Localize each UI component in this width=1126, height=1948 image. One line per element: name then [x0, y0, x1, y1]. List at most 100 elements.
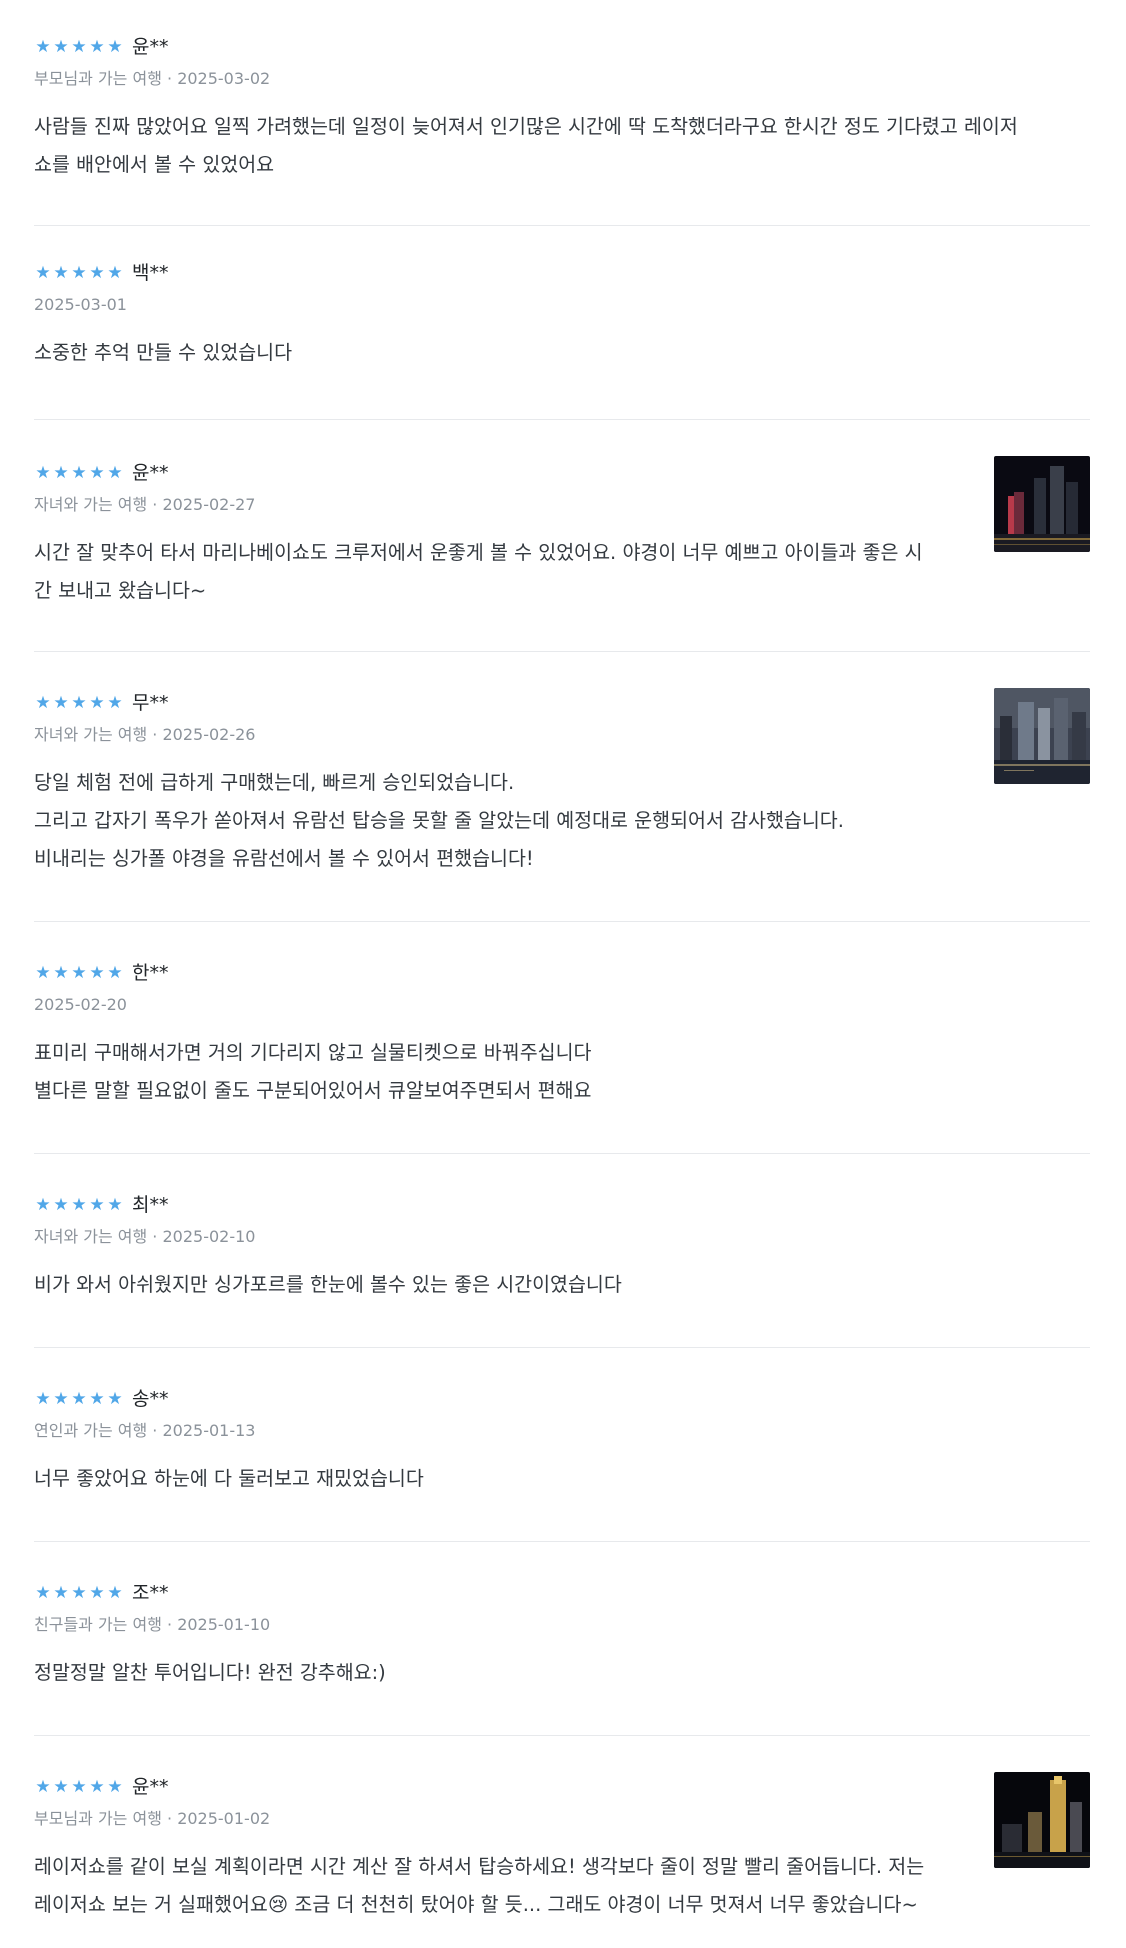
- review-meta: 친구들과 가는 여행 · 2025-01-10: [34, 1615, 271, 1634]
- star-icon: ★: [71, 1389, 87, 1409]
- review-meta: 자녀와 가는 여행 · 2025-02-26: [34, 725, 256, 744]
- review-meta: 자녀와 가는 여행 · 2025-02-27: [34, 495, 256, 514]
- reviewer-name: 무**: [132, 692, 169, 714]
- star-icon: ★: [89, 37, 105, 57]
- star-icon: ★: [35, 693, 51, 713]
- star-icon: ★: [53, 263, 69, 283]
- review-text: 너무 좋았어요 하눈에 다 둘러보고 재밌었습니다: [34, 1467, 424, 1490]
- review-item: ★ ★ ★ ★ ★ 조** 친구들과 가는 여행 · 2025-01-10 정말…: [34, 1542, 1090, 1736]
- star-icon: ★: [53, 963, 69, 983]
- review-photo-thumbnail[interactable]: [994, 456, 1090, 552]
- review-text: 시간 잘 맞추어 타서 마리나베이쇼도 크루저에서 운좋게 볼 수 있었어요. …: [34, 541, 923, 602]
- review-text: 사람들 진짜 많았어요 일찍 가려했는데 일정이 늦어져서 인기많은 시간에 딱…: [34, 115, 1018, 176]
- review-item: ★ ★ ★ ★ ★ 송** 연인과 가는 여행 · 2025-01-13 너무 …: [34, 1348, 1090, 1542]
- star-icon: ★: [53, 693, 69, 713]
- star-icon: ★: [53, 1583, 69, 1603]
- star-icon: ★: [53, 1389, 69, 1409]
- star-rating: ★ ★ ★ ★ ★: [34, 37, 124, 57]
- review-meta: 자녀와 가는 여행 · 2025-02-10: [34, 1227, 256, 1246]
- star-icon: ★: [71, 463, 87, 483]
- review-item: ★ ★ ★ ★ ★ 윤** 부모님과 가는 여행 · 2025-01-02 레이…: [34, 1736, 1090, 1948]
- review-text: 소중한 추억 만들 수 있었습니다: [34, 341, 293, 364]
- star-rating: ★ ★ ★ ★ ★: [34, 693, 124, 713]
- star-icon: ★: [53, 37, 69, 57]
- review-header: ★ ★ ★ ★ ★ 송**: [34, 1386, 168, 1412]
- star-icon: ★: [35, 1195, 51, 1215]
- reviewer-name: 조**: [132, 1582, 169, 1604]
- reviewer-name: 윤**: [132, 462, 169, 484]
- reviewer-name: 한**: [132, 962, 169, 984]
- review-meta: 부모님과 가는 여행 · 2025-01-02: [34, 1809, 271, 1828]
- star-icon: ★: [71, 693, 87, 713]
- star-rating: ★ ★ ★ ★ ★: [34, 263, 124, 283]
- star-icon: ★: [35, 963, 51, 983]
- star-rating: ★ ★ ★ ★ ★: [34, 1389, 124, 1409]
- review-header: ★ ★ ★ ★ ★ 최**: [34, 1192, 168, 1218]
- star-icon: ★: [71, 1583, 87, 1603]
- star-icon: ★: [71, 1777, 87, 1797]
- star-icon: ★: [89, 1389, 105, 1409]
- star-icon: ★: [107, 1389, 123, 1409]
- review-header: ★ ★ ★ ★ ★ 조**: [34, 1580, 168, 1606]
- review-meta: 연인과 가는 여행 · 2025-01-13: [34, 1421, 256, 1440]
- review-meta: 2025-02-20: [34, 995, 127, 1014]
- star-icon: ★: [107, 463, 123, 483]
- review-header: ★ ★ ★ ★ ★ 한**: [34, 960, 168, 986]
- star-icon: ★: [35, 463, 51, 483]
- reviewer-name: 최**: [132, 1194, 169, 1216]
- star-icon: ★: [35, 1583, 51, 1603]
- star-rating: ★ ★ ★ ★ ★: [34, 463, 124, 483]
- review-text: 레이저쇼를 같이 보실 계획이라면 시간 계산 잘 하셔서 탑승하세요! 생각보…: [34, 1855, 925, 1916]
- star-icon: ★: [53, 1777, 69, 1797]
- review-text: 당일 체험 전에 급하게 구매했는데, 빠르게 승인되었습니다. 그리고 갑자기…: [34, 771, 844, 870]
- star-icon: ★: [107, 1583, 123, 1603]
- star-icon: ★: [89, 463, 105, 483]
- star-icon: ★: [107, 263, 123, 283]
- review-text: 정말정말 알찬 투어입니다! 완전 강추해요:): [34, 1661, 386, 1684]
- review-header: ★ ★ ★ ★ ★ 윤**: [34, 34, 168, 60]
- star-icon: ★: [107, 37, 123, 57]
- review-meta: 부모님과 가는 여행 · 2025-03-02: [34, 69, 271, 88]
- reviewer-name: 윤**: [132, 36, 169, 58]
- star-rating: ★ ★ ★ ★ ★: [34, 1195, 124, 1215]
- review-item: ★ ★ ★ ★ ★ 최** 자녀와 가는 여행 · 2025-02-10 비가 …: [34, 1154, 1090, 1348]
- review-photo-thumbnail[interactable]: [994, 688, 1090, 784]
- star-icon: ★: [35, 263, 51, 283]
- star-icon: ★: [89, 1583, 105, 1603]
- review-item: ★ ★ ★ ★ ★ 백** 2025-03-01 소중한 추억 만들 수 있었습…: [34, 226, 1090, 420]
- star-icon: ★: [71, 263, 87, 283]
- reviewer-name: 백**: [132, 262, 169, 284]
- reviewer-name: 윤**: [132, 1776, 169, 1798]
- star-icon: ★: [107, 1777, 123, 1797]
- review-header: ★ ★ ★ ★ ★ 윤**: [34, 460, 168, 486]
- review-item: ★ ★ ★ ★ ★ 무** 자녀와 가는 여행 · 2025-02-26 당일 …: [34, 652, 1090, 922]
- star-icon: ★: [89, 1195, 105, 1215]
- review-photo-thumbnail[interactable]: [994, 1772, 1090, 1868]
- star-icon: ★: [107, 693, 123, 713]
- star-icon: ★: [71, 37, 87, 57]
- star-icon: ★: [35, 1389, 51, 1409]
- star-icon: ★: [89, 1777, 105, 1797]
- reviewer-name: 송**: [132, 1388, 169, 1410]
- review-item: ★ ★ ★ ★ ★ 한** 2025-02-20 표미리 구매해서가면 거의 기…: [34, 922, 1090, 1154]
- review-item: ★ ★ ★ ★ ★ 윤** 자녀와 가는 여행 · 2025-02-27 시간 …: [34, 420, 1090, 652]
- star-icon: ★: [53, 1195, 69, 1215]
- review-text: 표미리 구매해서가면 거의 기다리지 않고 실물티켓으로 바꿔주십니다 별다른 …: [34, 1041, 592, 1102]
- star-rating: ★ ★ ★ ★ ★: [34, 963, 124, 983]
- review-header: ★ ★ ★ ★ ★ 백**: [34, 260, 168, 286]
- star-rating: ★ ★ ★ ★ ★: [34, 1777, 124, 1797]
- star-icon: ★: [53, 463, 69, 483]
- star-icon: ★: [35, 37, 51, 57]
- star-icon: ★: [71, 1195, 87, 1215]
- star-icon: ★: [89, 263, 105, 283]
- review-text: 비가 와서 아쉬웠지만 싱가포르를 한눈에 볼수 있는 좋은 시간이였습니다: [34, 1273, 622, 1296]
- star-icon: ★: [71, 963, 87, 983]
- review-item: ★ ★ ★ ★ ★ 윤** 부모님과 가는 여행 · 2025-03-02 사람…: [34, 34, 1090, 226]
- star-icon: ★: [89, 693, 105, 713]
- star-rating: ★ ★ ★ ★ ★: [34, 1583, 124, 1603]
- review-header: ★ ★ ★ ★ ★ 무**: [34, 690, 168, 716]
- review-meta: 2025-03-01: [34, 295, 127, 314]
- star-icon: ★: [35, 1777, 51, 1797]
- star-icon: ★: [107, 1195, 123, 1215]
- star-icon: ★: [107, 963, 123, 983]
